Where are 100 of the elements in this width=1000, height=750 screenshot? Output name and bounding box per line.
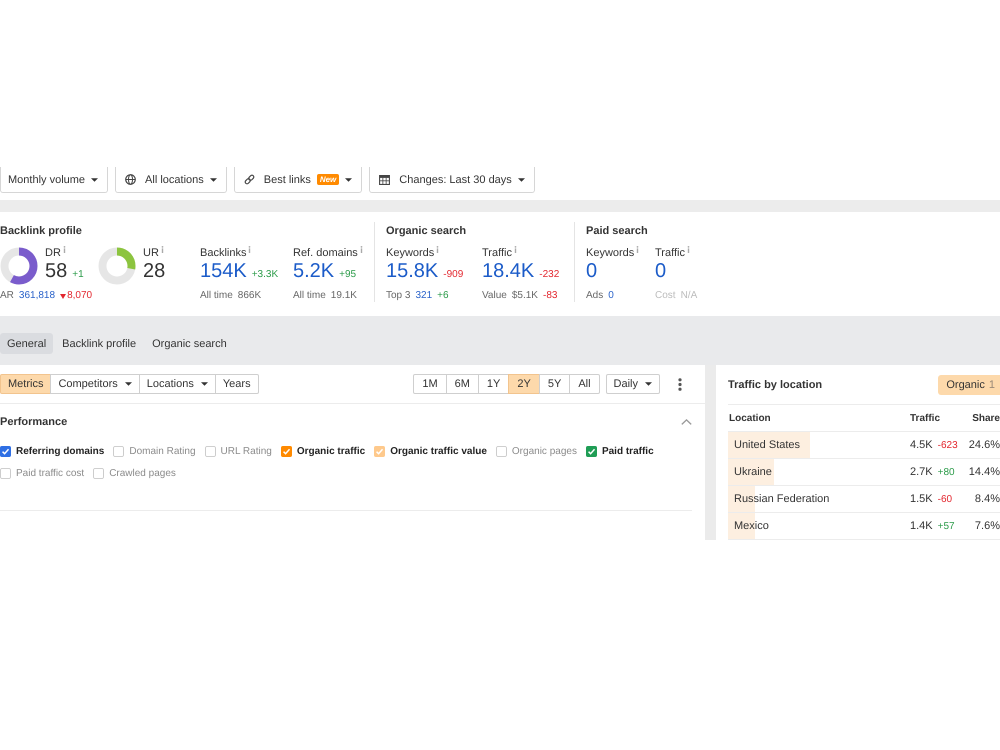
info-icon: [62, 246, 66, 253]
metric-value: 0: [655, 260, 666, 282]
table-cell: Ukraine: [734, 466, 772, 478]
rating-donut: [0, 247, 38, 285]
info-icon: [360, 246, 363, 253]
new-badge: New: [316, 174, 340, 185]
table-cell: 1.5K: [910, 493, 933, 505]
metric-label: Ref. domains: [293, 246, 358, 260]
filter-button[interactable]: Competitors: [50, 374, 140, 394]
checkbox-label: Crawled pages: [109, 468, 176, 478]
period-button[interactable]: 5Y: [538, 374, 570, 394]
metric-detail: 361,818: [18, 290, 56, 302]
metric-label: DR: [45, 246, 61, 260]
caret-icon: [645, 382, 652, 386]
metric-label: Traffic: [482, 246, 512, 260]
metric-detail: 0: [608, 290, 614, 302]
table-cell: 7.6%: [974, 520, 1000, 532]
interval-dropdown[interactable]: Daily: [606, 374, 660, 394]
checkbox[interactable]: [0, 446, 11, 456]
metric-change: -232: [539, 269, 560, 280]
table-cell: 1.4K: [910, 520, 933, 532]
checkbox[interactable]: [374, 446, 386, 456]
checkbox-label: Paid traffic: [602, 446, 654, 456]
toolbar-dropdown[interactable]: Changes: Last 30 days: [369, 167, 535, 193]
table-cell: 24.6%: [968, 439, 1000, 451]
metric-detail: Top 3: [386, 290, 410, 302]
metric-value: 5.2K: [293, 260, 334, 282]
metric-value: 154K: [200, 260, 247, 282]
checkbox-label: Organic traffic: [296, 446, 366, 456]
traffic-change: +80: [938, 466, 955, 478]
metric-value: 18.4K: [482, 260, 534, 282]
metric-label: Backlinks: [200, 246, 246, 260]
checkbox-label: Organic traffic value: [390, 446, 487, 456]
column-header: Share: [972, 412, 1000, 424]
period-button[interactable]: 1M: [413, 374, 447, 394]
checkbox-label: URL Rating: [220, 446, 272, 456]
metric-detail: Value: [482, 290, 507, 302]
toolbar-dropdown[interactable]: Best links New: [234, 167, 362, 193]
traffic-change: -623: [938, 440, 958, 450]
checkbox-label: Domain Rating: [129, 446, 196, 456]
metric-detail: Ads: [586, 290, 604, 302]
table-cell: Russian Federation: [734, 493, 830, 505]
caret-icon: [124, 382, 132, 386]
caret-icon: [345, 178, 352, 182]
column-header: Location: [729, 412, 771, 424]
metric-change: +95: [339, 269, 356, 280]
table-cell: United States: [734, 439, 800, 451]
metric-detail: -83: [542, 290, 558, 302]
period-button[interactable]: 2Y: [508, 374, 540, 394]
metric-change: +1: [72, 269, 84, 280]
period-button[interactable]: 1Y: [478, 374, 510, 394]
tab[interactable]: General: [0, 333, 54, 354]
toolbar-dropdown[interactable]: All locations: [115, 167, 227, 193]
filter-button[interactable]: Locations: [138, 374, 216, 394]
section-title: Paid search: [586, 224, 648, 238]
checkbox[interactable]: [204, 446, 216, 456]
checkbox[interactable]: [586, 446, 597, 456]
metric-value: 58: [45, 260, 68, 282]
checkbox-label: Organic pages: [512, 446, 577, 456]
tab[interactable]: Organic search: [145, 333, 234, 354]
metric-detail: All time: [200, 290, 233, 302]
checkbox[interactable]: [496, 446, 507, 456]
filter-button[interactable]: Metrics: [0, 374, 52, 394]
metric-value: 15.8K: [386, 260, 438, 282]
metric-value: 0: [586, 260, 598, 282]
section-title: Organic search: [386, 224, 466, 238]
table-cell: Mexico: [734, 520, 769, 532]
kebab-menu-icon[interactable]: [678, 378, 682, 390]
checkbox[interactable]: [113, 446, 124, 456]
chevron-up-icon[interactable]: [681, 419, 692, 425]
caret-icon: [210, 178, 217, 182]
checkbox[interactable]: [280, 446, 292, 456]
link-icon: [244, 174, 255, 185]
rating-donut: [98, 247, 136, 285]
metric-detail: $5.1K: [512, 290, 538, 302]
metric-change: -909: [443, 269, 464, 280]
period-button[interactable]: All: [569, 374, 600, 394]
info-icon: [160, 246, 164, 253]
mode-dropdown[interactable]: Organic 1: [938, 374, 1000, 394]
traffic-change: -60: [938, 494, 952, 504]
table-cell: 2.7K: [910, 466, 933, 478]
checkbox-label: Paid traffic cost: [16, 468, 84, 478]
info-icon: [686, 246, 690, 253]
metric-detail: +6: [437, 290, 449, 302]
metric-detail: 321: [415, 290, 432, 302]
panel-title: Traffic by location: [728, 378, 822, 390]
filter-button[interactable]: Years: [214, 374, 259, 394]
metric-detail: 866K: [238, 290, 262, 302]
metric-detail: Cost: [655, 290, 676, 302]
section-title: Performance: [0, 416, 68, 428]
toolbar-dropdown[interactable]: Monthly volume: [0, 167, 108, 193]
period-button[interactable]: 6M: [446, 374, 479, 394]
metric-detail: 8,070: [67, 290, 92, 302]
down-triangle-icon: [60, 294, 66, 298]
metric-value: 28: [143, 260, 166, 282]
checkbox-label: Referring domains: [16, 446, 104, 456]
tab[interactable]: Backlink profile: [55, 333, 144, 354]
checkbox[interactable]: [93, 468, 104, 478]
metric-label: Traffic: [655, 246, 685, 260]
checkbox[interactable]: [0, 468, 11, 478]
